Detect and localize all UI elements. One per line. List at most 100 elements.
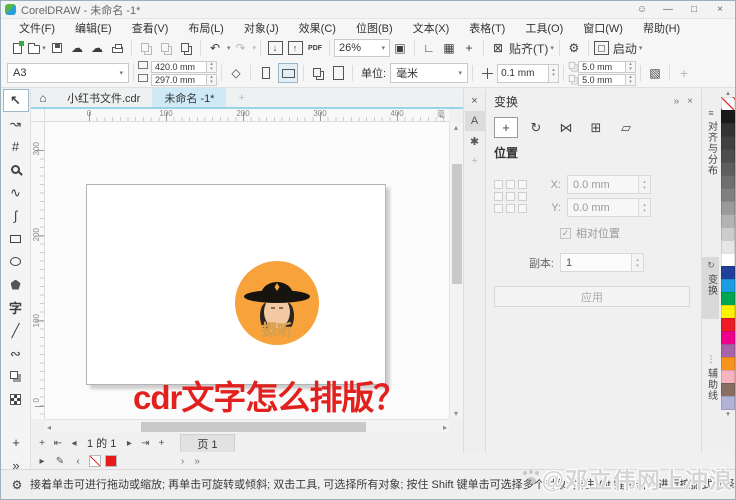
- menu-layout[interactable]: 布局(L): [178, 20, 233, 36]
- menu-edit[interactable]: 编辑(E): [65, 20, 122, 36]
- eyedropper-icon[interactable]: ✎: [53, 453, 67, 469]
- page-size-combo[interactable]: A3 ▾: [7, 63, 129, 83]
- shape-tool[interactable]: ↝: [3, 112, 29, 135]
- add-toolbar-button[interactable]: +: [675, 64, 693, 82]
- docker-close-icon[interactable]: ×: [465, 91, 485, 111]
- current-page-button[interactable]: [329, 64, 347, 82]
- minimize-button[interactable]: —: [655, 2, 681, 18]
- fill-pattern-tool[interactable]: [3, 388, 29, 411]
- nudge-stepper[interactable]: ▴ ▾: [549, 63, 560, 83]
- options-button[interactable]: ⚙: [565, 39, 583, 57]
- drawing-canvas[interactable]: 探听 cdr文字怎么排版？: [45, 122, 449, 419]
- menu-help[interactable]: 帮助(H): [633, 20, 690, 36]
- y-position-field[interactable]: 0.0 mm: [567, 198, 639, 217]
- cloud-open-button[interactable]: ☁: [88, 39, 106, 57]
- copies-stepper[interactable]: ▴ ▾: [632, 253, 644, 272]
- freehand-tool[interactable]: ∿: [3, 181, 29, 204]
- docker-text-properties-icon[interactable]: A: [464, 111, 485, 131]
- color-swatch[interactable]: [721, 357, 735, 371]
- pick-tool[interactable]: ↖: [2, 89, 29, 112]
- color-swatch[interactable]: [721, 149, 735, 163]
- scroll-up-icon[interactable]: ▴: [454, 123, 458, 132]
- new-document-tab-button[interactable]: +: [226, 88, 256, 107]
- cloud-upload-button[interactable]: ☁: [68, 39, 86, 57]
- connector-tool[interactable]: ∾: [3, 342, 29, 365]
- landscape-button[interactable]: [278, 63, 298, 83]
- fullscreen-preview-button[interactable]: ▣: [391, 39, 409, 57]
- color-swatch[interactable]: [721, 110, 735, 124]
- account-icon[interactable]: ☺: [629, 2, 655, 18]
- color-swatch[interactable]: [721, 175, 735, 189]
- title-bar[interactable]: CorelDRAW - 未命名 -1* ☺ — □ ×: [1, 1, 735, 19]
- vertical-ruler[interactable]: 300 200 100 0: [31, 122, 45, 419]
- headline-text[interactable]: cdr文字怎么排版？: [133, 371, 406, 419]
- tab-transform-active[interactable]: ↻ 变换: [702, 257, 720, 319]
- menu-file[interactable]: 文件(F): [9, 20, 65, 36]
- page-width-stepper[interactable]: ▴ ▾: [207, 60, 217, 73]
- undo-button[interactable]: ↶: [206, 39, 224, 57]
- palette-scroll-left-icon[interactable]: ‹: [71, 453, 85, 469]
- close-button[interactable]: ×: [707, 2, 733, 18]
- color-swatch[interactable]: [721, 396, 735, 410]
- y-position-stepper[interactable]: ▴ ▾: [639, 198, 651, 217]
- rectangle-tool[interactable]: [3, 227, 29, 250]
- document-page[interactable]: 探听 cdr文字怎么排版？: [86, 184, 406, 416]
- menu-window[interactable]: 窗口(W): [573, 20, 633, 36]
- ellipse-tool[interactable]: [3, 250, 29, 273]
- color-swatch[interactable]: [721, 318, 735, 332]
- all-pages-button[interactable]: [309, 64, 327, 82]
- zoom-level-combo[interactable]: 26% ▾: [334, 39, 391, 57]
- menu-table[interactable]: 表格(T): [459, 20, 515, 36]
- color-swatch[interactable]: [721, 279, 735, 293]
- docker-transform-icon[interactable]: ✱: [465, 131, 485, 151]
- tab-align-distribute[interactable]: ≡ 对齐与分布: [702, 105, 720, 223]
- duplicate-x-stepper[interactable]: ▴ ▾: [626, 60, 637, 73]
- duplicate-x-field[interactable]: 5.0 mm: [578, 60, 627, 73]
- maximize-button[interactable]: □: [681, 2, 707, 18]
- print-button[interactable]: [108, 39, 126, 57]
- show-grid-button[interactable]: ▦: [440, 39, 458, 57]
- color-swatch[interactable]: [721, 344, 735, 358]
- docker-add-icon[interactable]: +: [465, 151, 485, 171]
- color-swatch[interactable]: [721, 162, 735, 176]
- page-height-field[interactable]: 297.0 mm: [151, 73, 207, 86]
- transform-size-button[interactable]: ⊞: [584, 117, 608, 138]
- ruler-origin[interactable]: [31, 109, 45, 122]
- artistic-media-tool[interactable]: ∫: [3, 204, 29, 227]
- menu-text[interactable]: 文本(X): [403, 20, 460, 36]
- scroll-down-icon[interactable]: ▾: [454, 409, 458, 418]
- publish-pdf-button[interactable]: PDF: [306, 39, 324, 57]
- transform-scale-mirror-button[interactable]: ⋈: [554, 117, 578, 138]
- add-page-button[interactable]: +: [35, 435, 49, 451]
- menu-effects[interactable]: 效果(C): [289, 20, 346, 36]
- logo-circle[interactable]: 探听: [235, 261, 319, 345]
- docker-close-button[interactable]: ×: [687, 96, 693, 107]
- duplicate-y-field[interactable]: 5.0 mm: [578, 73, 627, 86]
- menu-object[interactable]: 对象(J): [234, 20, 289, 36]
- new-document-button[interactable]: [8, 39, 26, 57]
- undo-dropdown[interactable]: ▾: [227, 44, 231, 52]
- color-swatch[interactable]: [721, 305, 735, 319]
- save-button[interactable]: [48, 39, 66, 57]
- transform-rotate-button[interactable]: ↻: [524, 117, 548, 138]
- menu-tools[interactable]: 工具(O): [515, 20, 573, 36]
- launch-button[interactable]: ▢ 启动 ▾: [593, 39, 642, 57]
- vertical-scrollbar[interactable]: ▴ ▾: [449, 122, 463, 419]
- tab-guidelines[interactable]: ⋮ 辅助线: [702, 351, 720, 421]
- color-swatch[interactable]: [721, 240, 735, 254]
- treat-as-filled-button[interactable]: ▧: [646, 64, 664, 82]
- document-tab-1[interactable]: 小红书文件.cdr: [55, 88, 152, 107]
- color-swatch[interactable]: [721, 201, 735, 215]
- doc-red-swatch[interactable]: [105, 455, 117, 467]
- color-swatch[interactable]: [721, 266, 735, 280]
- next-page-button[interactable]: ▸: [122, 435, 136, 451]
- scroll-left-icon[interactable]: ◂: [47, 423, 51, 432]
- color-swatch[interactable]: [721, 136, 735, 150]
- snap-off-button[interactable]: ⊠: [489, 39, 507, 57]
- palette-scroll-down-icon[interactable]: ▾: [726, 410, 730, 419]
- import-button[interactable]: ↓: [266, 39, 284, 57]
- doc-no-color-swatch[interactable]: [89, 455, 101, 467]
- color-swatch[interactable]: [721, 227, 735, 241]
- portrait-button[interactable]: [256, 63, 276, 83]
- home-tab[interactable]: ⌂: [31, 88, 55, 107]
